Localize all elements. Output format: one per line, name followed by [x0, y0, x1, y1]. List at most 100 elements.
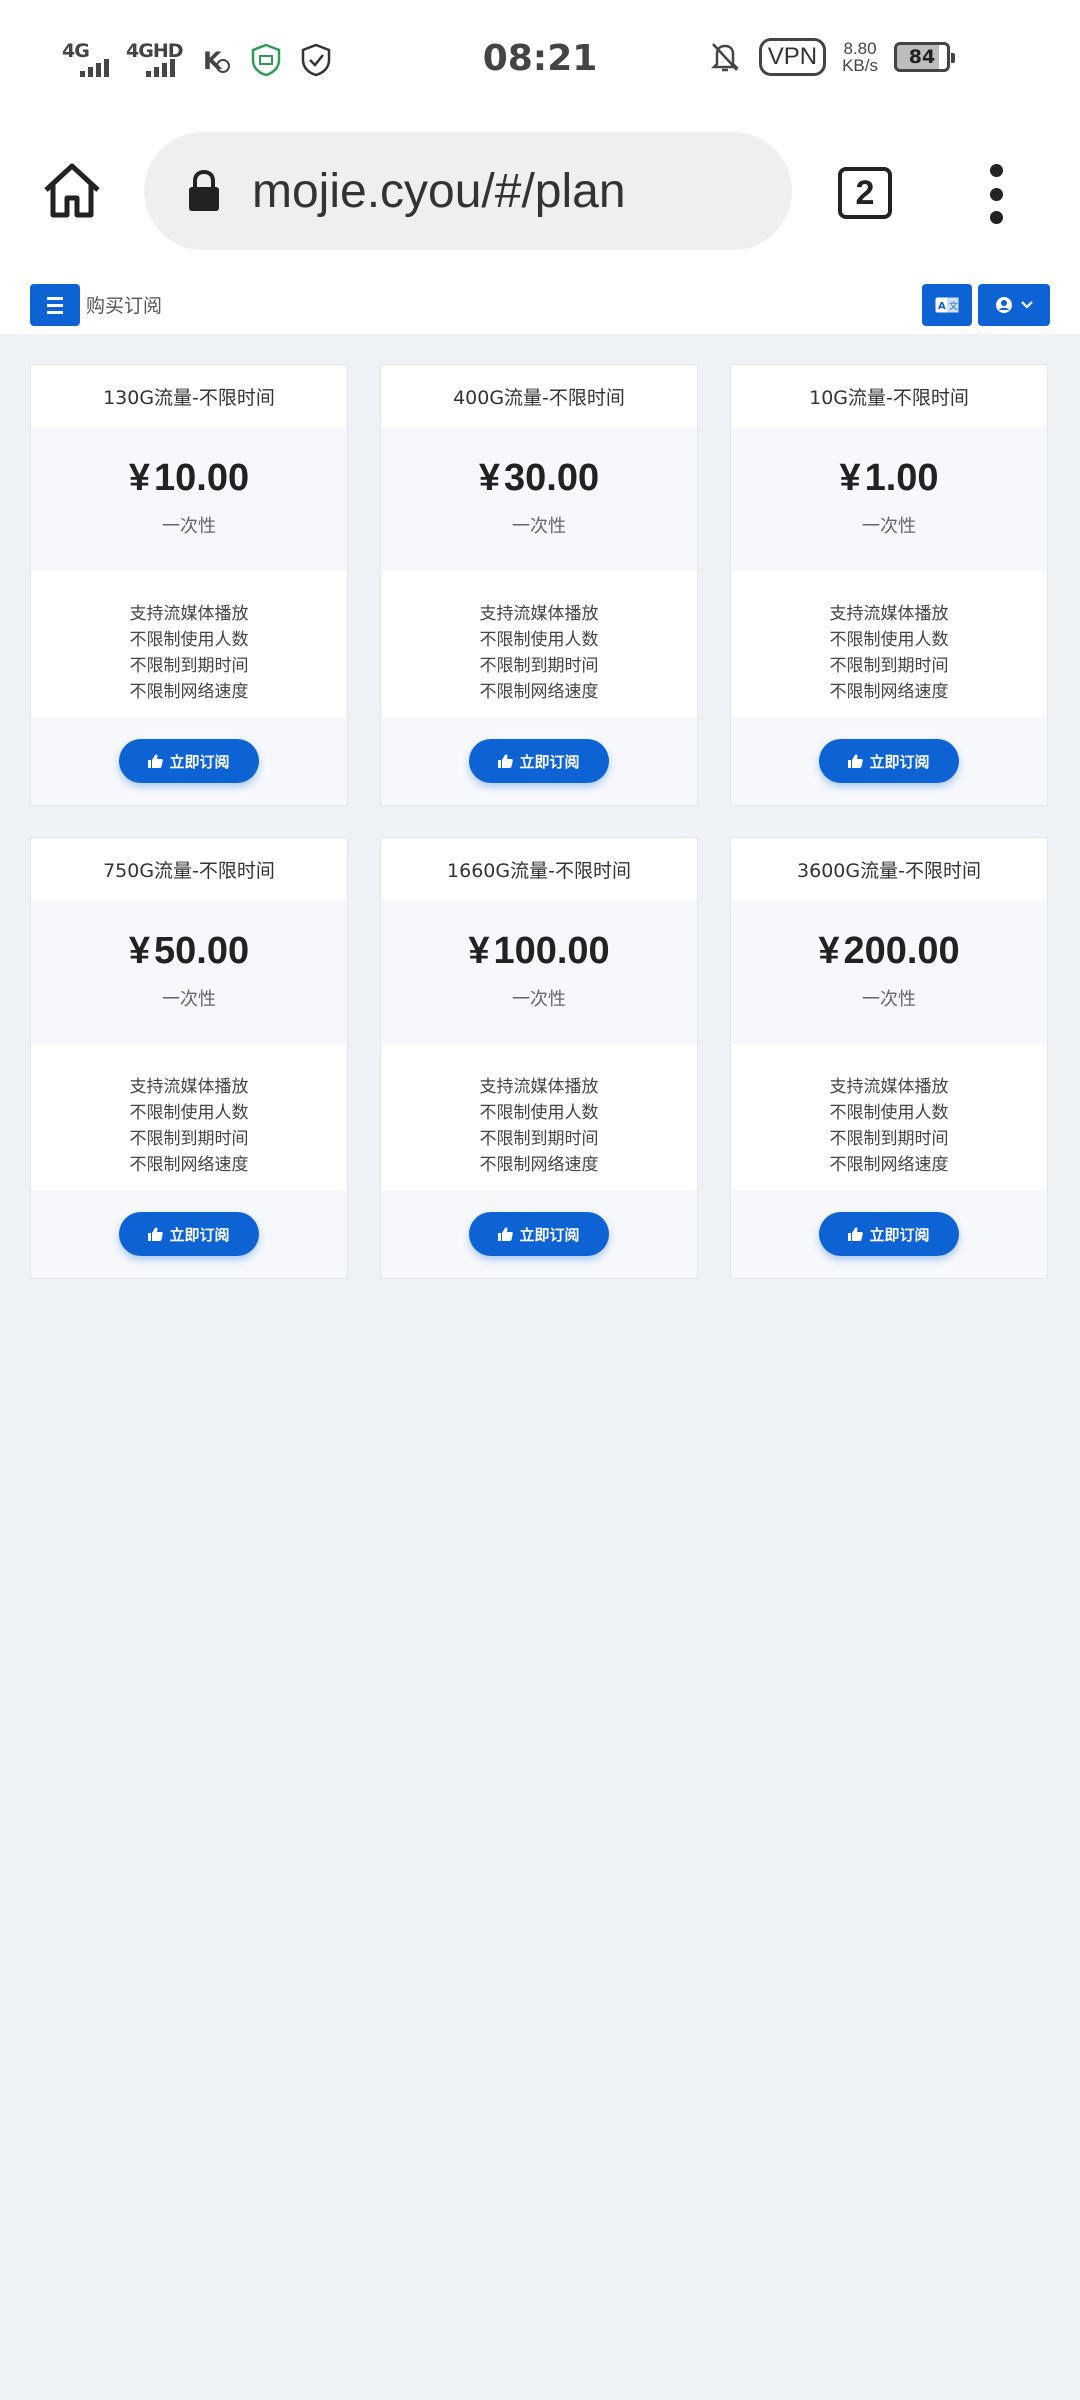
subscribe-button[interactable]: 立即订阅: [119, 1212, 259, 1256]
plan-feature: 不限制到期时间: [829, 1129, 949, 1149]
plan-feature: 不限制使用人数: [829, 630, 949, 650]
subscribe-label[interactable]: 立即订阅: [169, 1224, 229, 1245]
plan-feature: 不限制到期时间: [129, 1129, 249, 1149]
url-text[interactable]: mojie.cyou/#/plan: [252, 164, 626, 219]
plan-feature: 不限制使用人数: [479, 630, 599, 650]
currency-symbol: ¥: [478, 457, 501, 499]
subscribe-label[interactable]: 立即订阅: [869, 1224, 929, 1245]
plan-feature: 不限制到期时间: [129, 656, 249, 676]
plan-title: 3600G流量-不限时间: [797, 859, 981, 882]
plan-feature: 不限制使用人数: [129, 1103, 249, 1123]
dot-icon: [989, 187, 1003, 201]
plan-feature: 不限制使用人数: [479, 1103, 599, 1123]
plan-price-value: 50.00: [154, 930, 250, 972]
breadcrumb: 购买订阅: [86, 295, 163, 317]
plan-feature: 不限制到期时间: [479, 1129, 599, 1149]
plan-title: 10G流量-不限时间: [809, 386, 969, 409]
home-icon: [44, 163, 100, 218]
plan-features: 支持流媒体播放 不限制使用人数 不限制到期时间 不限制网络速度: [731, 1044, 1047, 1190]
menu-bar-icon: [47, 296, 63, 300]
chevron-down-icon: [1021, 301, 1033, 309]
thumbs-up-icon: [148, 1227, 164, 1241]
plan-card: 3600G流量-不限时间 ¥200.00 一次性支持流媒体播放 不限制使用人数 不限制到…: [730, 837, 1048, 1279]
plan-footer: 立即订阅: [731, 717, 1047, 805]
menu-bar-icon: [47, 303, 63, 307]
plan-feature: 支持流媒体播放: [829, 1077, 949, 1097]
home-button[interactable]: [36, 154, 108, 226]
browser-toolbar: mojie.cyou/#/plan 2: [0, 124, 1080, 264]
plan-feature: 支持流媒体播放: [479, 1077, 599, 1097]
plan-price-value: 100.00: [493, 930, 610, 972]
plan-price-area: ¥30.00 一次性: [381, 427, 697, 571]
thumbs-up-icon: [848, 1227, 864, 1241]
plan-price: ¥50.00: [129, 930, 249, 973]
plan-price-area: ¥200.00 一次性: [731, 900, 1047, 1044]
plan-footer: 立即订阅: [381, 717, 697, 805]
plan-price: ¥100.00: [468, 930, 609, 973]
mute-bell-icon: [707, 39, 743, 75]
thumbs-up-icon: [848, 754, 864, 768]
currency-symbol: ¥: [818, 930, 840, 972]
plan-title: 400G流量-不限时间: [453, 386, 625, 409]
plan-price: ¥10.00: [129, 457, 249, 500]
plan-footer: 立即订阅: [731, 1190, 1047, 1278]
dot-icon: [989, 211, 1003, 224]
tab-switcher-button[interactable]: 2: [838, 167, 892, 219]
app-header: 购买订阅 A文: [0, 264, 1080, 334]
svg-text:A: A: [938, 301, 946, 312]
subscribe-label[interactable]: 立即订阅: [169, 751, 229, 772]
plan-price-value: 1.00: [864, 457, 939, 499]
currency-symbol: ¥: [128, 457, 151, 499]
plan-card: 130G流量-不限时间 ¥10.00 一次性支持流媒体播放 不限制使用人数 不限制到期时…: [30, 364, 348, 806]
plan-footer: 立即订阅: [31, 1190, 347, 1278]
address-bar[interactable]: mojie.cyou/#/plan: [144, 132, 792, 250]
plan-title: 130G流量-不限时间: [103, 386, 275, 409]
plan-features: 支持流媒体播放 不限制使用人数 不限制到期时间 不限制网络速度: [381, 1044, 697, 1190]
plan-price-area: ¥100.00 一次性: [381, 900, 697, 1044]
more-menu-button[interactable]: [976, 164, 1016, 224]
plan-features: 支持流媒体播放 不限制使用人数 不限制到期时间 不限制网络速度: [31, 571, 347, 717]
plan-features: 支持流媒体播放 不限制使用人数 不限制到期时间 不限制网络速度: [381, 571, 697, 717]
plan-period: 一次性: [162, 516, 216, 537]
battery-level: 84: [908, 46, 936, 68]
plan-features: 支持流媒体播放 不限制使用人数 不限制到期时间 不限制网络速度: [731, 571, 1047, 717]
subscribe-label[interactable]: 立即订阅: [519, 1224, 579, 1245]
plan-price-value: 200.00: [843, 930, 960, 972]
menu-toggle-button[interactable]: [30, 284, 80, 326]
thumbs-up-icon: [498, 1227, 514, 1241]
plan-price-area: ¥10.00 一次性: [31, 427, 347, 571]
thumbs-up-icon: [148, 754, 164, 768]
vpn-badge: VPN: [758, 38, 827, 76]
plan-title: 750G流量-不限时间: [103, 859, 275, 882]
plan-feature: 不限制网络速度: [829, 682, 949, 702]
plan-features: 支持流媒体播放 不限制使用人数 不限制到期时间 不限制网络速度: [31, 1044, 347, 1190]
plan-period: 一次性: [512, 516, 566, 537]
plan-feature: 支持流媒体播放: [129, 604, 249, 624]
subscribe-button[interactable]: 立即订阅: [119, 739, 259, 783]
plan-feature: 不限制网络速度: [129, 1155, 249, 1175]
plan-period: 一次性: [862, 989, 916, 1010]
plan-card: 10G流量-不限时间 ¥1.00 一次性 支持流媒体播放 不限制使用人数 不限制到期时间不…: [730, 364, 1048, 806]
plan-footer: 立即订阅: [31, 717, 347, 805]
plan-period: 一次性: [162, 989, 216, 1010]
plan-feature: 不限制网络速度: [829, 1155, 949, 1175]
plan-price-value: 30.00: [504, 457, 600, 499]
plan-price: ¥1.00: [839, 457, 938, 500]
subscribe-label[interactable]: 立即订阅: [869, 751, 929, 772]
plan-title: 1660G流量-不限时间: [447, 859, 631, 882]
plan-feature: 不限制网络速度: [129, 682, 249, 702]
plan-feature: 支持流媒体播放: [479, 604, 599, 624]
plan-feature: 不限制到期时间: [829, 656, 949, 676]
subscribe-label[interactable]: 立即订阅: [519, 751, 579, 772]
menu-bar-icon: [47, 310, 63, 314]
user-menu-button[interactable]: [978, 284, 1050, 326]
plan-card: 1660G流量-不限时间 ¥100.00 一次性 支持流媒体播放 不限制使用人数 不限制到…: [380, 837, 698, 1279]
subscribe-button[interactable]: 立即订阅: [469, 739, 609, 783]
plan-price-area: ¥50.00 一次性: [31, 900, 347, 1044]
language-button[interactable]: A文: [922, 284, 972, 326]
subscribe-button[interactable]: 立即订阅: [469, 1212, 609, 1256]
subscribe-button[interactable]: 立即订阅: [819, 739, 959, 783]
plan-feature: 支持流媒体播放: [829, 604, 949, 624]
plan-feature: 不限制使用人数: [129, 630, 249, 650]
subscribe-button[interactable]: 立即订阅: [819, 1212, 959, 1256]
